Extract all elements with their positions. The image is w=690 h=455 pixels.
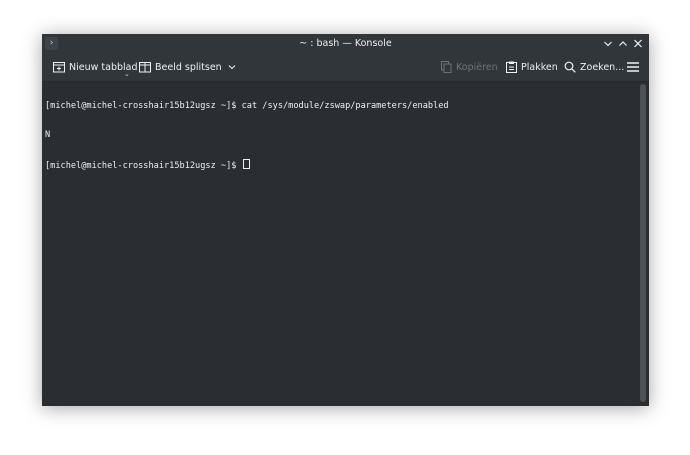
- split-view-label: Beeld splitsen: [155, 61, 222, 73]
- terminal-line: N: [45, 129, 51, 140]
- window-title: ~ : bash — Konsole: [299, 38, 392, 49]
- konsole-window: › ~ : bash — Konsole Nieuw tabblad ⌄ Bee…: [42, 34, 649, 406]
- search-icon: [564, 61, 576, 73]
- terminal-line: [michel@michel-crosshair15b12ugsz ~]$ ca…: [45, 101, 449, 111]
- maximize-icon[interactable]: [616, 36, 630, 51]
- terminal-prompt-line: [michel@michel-crosshair15b12ugsz ~]$: [45, 159, 637, 171]
- minimize-icon[interactable]: [601, 36, 615, 51]
- find-button[interactable]: Zoeken...: [564, 53, 624, 81]
- find-label: Zoeken...: [580, 61, 625, 73]
- close-icon[interactable]: [631, 36, 645, 51]
- new-tab-dropdown-icon[interactable]: ⌄: [124, 70, 130, 78]
- copy-button[interactable]: Kopiëren: [441, 53, 498, 81]
- paste-icon: [506, 61, 517, 73]
- scrollbar-thumb[interactable]: [640, 84, 646, 402]
- text-cursor: [242, 159, 250, 169]
- terminal-prompt: [michel@michel-crosshair15b12ugsz ~]$: [45, 161, 242, 171]
- hamburger-menu-icon: [627, 62, 639, 72]
- split-view-icon: [139, 61, 151, 73]
- split-view-chevron-down-icon[interactable]: [228, 64, 236, 70]
- paste-label: Plakken: [521, 61, 558, 73]
- split-view-button[interactable]: Beeld splitsen: [139, 53, 236, 81]
- toolbar: Nieuw tabblad ⌄ Beeld splitsen Kopiëren …: [42, 53, 649, 82]
- vertical-scrollbar[interactable]: [637, 82, 649, 406]
- copy-label: Kopiëren: [456, 61, 498, 73]
- title-bar: › ~ : bash — Konsole: [42, 34, 649, 53]
- new-tab-icon: [53, 61, 65, 73]
- copy-icon: [441, 61, 452, 73]
- terminal-output[interactable]: [michel@michel-crosshair15b12ugsz ~]$ ca…: [42, 82, 637, 406]
- paste-button[interactable]: Plakken: [506, 53, 558, 81]
- hamburger-menu-button[interactable]: [627, 53, 639, 81]
